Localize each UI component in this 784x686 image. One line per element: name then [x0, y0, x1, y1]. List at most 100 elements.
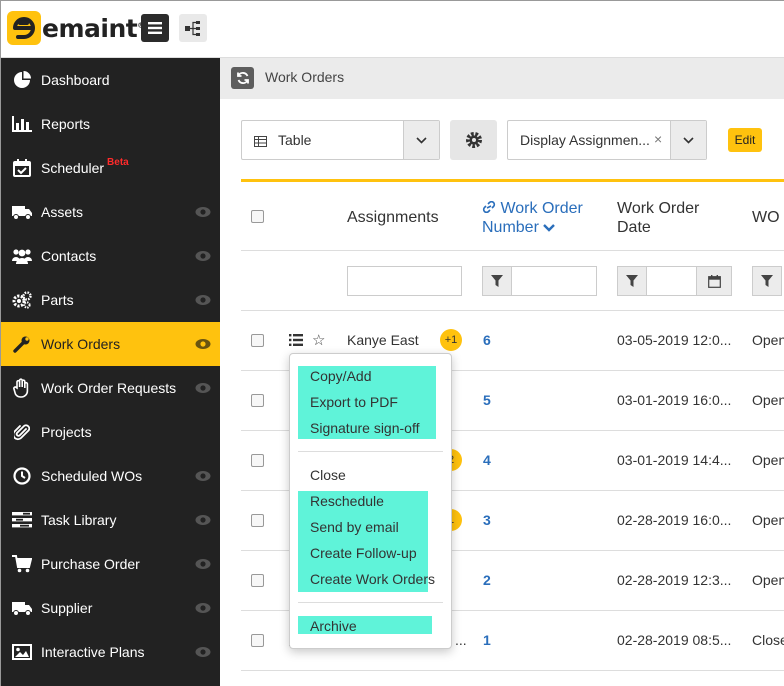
menu-item-copy-add[interactable]: Copy/Add [310, 368, 371, 384]
menu-divider [298, 451, 443, 452]
settings-button[interactable] [450, 120, 497, 160]
menu-item-reschedule[interactable]: Reschedule [310, 493, 384, 509]
bar-chart-icon [11, 114, 33, 134]
wo-date: 03-01-2019 16:0... [617, 392, 732, 408]
eye-icon[interactable] [195, 601, 211, 617]
sidebar-item-assets[interactable]: Assets [1, 190, 220, 234]
wo-status: Open [752, 332, 784, 348]
sidebar-item-projects[interactable]: Projects [1, 410, 220, 454]
chevron-down-icon[interactable] [403, 121, 439, 159]
sidebar-item-label: Interactive Plans [41, 644, 145, 660]
refresh-button[interactable] [231, 67, 254, 89]
sidebar-item-scheduler[interactable]: Scheduler Beta [1, 146, 220, 190]
row-actions-menu: Copy/Add Export to PDF Signature sign-of… [289, 353, 452, 649]
hamburger-menu-button[interactable] [141, 14, 169, 42]
sidebar-item-supplier[interactable]: Supplier [1, 586, 220, 630]
view-mode-select[interactable]: Table [241, 120, 440, 160]
row-checkbox[interactable] [251, 514, 264, 527]
link-icon [482, 200, 496, 214]
sidebar-item-work-orders[interactable]: Work Orders [1, 322, 220, 366]
menu-item-export-pdf[interactable]: Export to PDF [310, 394, 398, 410]
sidebar: Dashboard Reports Scheduler Beta Assets … [1, 58, 220, 686]
wo-number-filter-input[interactable] [511, 266, 597, 296]
eye-icon[interactable] [195, 293, 211, 309]
wo-number-link[interactable]: 6 [483, 332, 491, 348]
sidebar-item-purchase-order[interactable]: Purchase Order [1, 542, 220, 586]
sidebar-item-label: Work Orders [41, 336, 121, 352]
wo-status: Open [752, 392, 784, 408]
wo-number-link[interactable]: 5 [483, 392, 491, 408]
list-menu-icon[interactable] [289, 333, 303, 349]
cogs-icon [11, 290, 33, 310]
menu-item-close[interactable]: Close [310, 467, 346, 483]
eye-icon[interactable] [195, 381, 211, 397]
eye-icon[interactable] [195, 645, 211, 661]
sidebar-item-work-order-requests[interactable]: Work Order Requests [1, 366, 220, 410]
display-assignments-value: Display Assignmen... [520, 132, 650, 148]
row-checkbox[interactable] [251, 334, 264, 347]
sidebar-item-parts[interactable]: Parts [1, 278, 220, 322]
row-checkbox[interactable] [251, 574, 264, 587]
hierarchy-view-button[interactable] [179, 14, 207, 42]
calendar-check-icon [11, 158, 33, 178]
paperclip-icon [11, 422, 33, 442]
chevron-down-icon[interactable] [670, 121, 706, 159]
wo-status: Open [752, 452, 784, 468]
eye-icon[interactable] [195, 205, 211, 221]
sidebar-item-task-library[interactable]: Task Library [1, 498, 220, 542]
column-header-wo-date[interactable]: Work Order Date [617, 199, 699, 237]
menu-item-archive[interactable]: Archive [310, 618, 357, 634]
assignments-filter-input[interactable] [347, 266, 462, 296]
emaint-logo[interactable]: emaint® [7, 11, 144, 45]
eye-icon[interactable] [195, 337, 211, 353]
eye-icon[interactable] [195, 469, 211, 485]
wo-number-link[interactable]: 2 [483, 572, 491, 588]
sitemap-icon [185, 21, 200, 36]
filter-icon[interactable] [752, 266, 782, 296]
sidebar-item-interactive-plans[interactable]: Interactive Plans [1, 630, 220, 674]
star-icon[interactable]: ☆ [312, 331, 325, 349]
column-header-wo-status[interactable]: WO S [752, 208, 784, 227]
row-checkbox[interactable] [251, 454, 264, 467]
menu-divider [298, 602, 443, 603]
sidebar-item-reports[interactable]: Reports [1, 102, 220, 146]
display-assignments-select[interactable]: Display Assignmen... × [507, 120, 707, 160]
menu-item-create-work-orders[interactable]: Create Work Orders [310, 571, 435, 587]
users-icon [11, 246, 33, 266]
sidebar-item-label: Dashboard [41, 72, 110, 88]
wo-date-filter-input[interactable] [646, 266, 697, 296]
sidebar-item-scheduled-wos[interactable]: Scheduled WOs [1, 454, 220, 498]
wo-status: Open [752, 512, 784, 528]
column-header-assignments[interactable]: Assignments [347, 208, 439, 227]
eye-icon[interactable] [195, 249, 211, 265]
sidebar-item-label: Task Library [41, 512, 117, 528]
calendar-icon[interactable] [696, 266, 732, 296]
wo-number-link[interactable]: 3 [483, 512, 491, 528]
assignment-count-badge[interactable]: +1 [440, 329, 462, 351]
page-header: Work Orders [220, 58, 784, 99]
clear-selection-icon[interactable]: × [654, 131, 662, 147]
sidebar-item-dashboard[interactable]: Dashboard [1, 58, 220, 102]
row-checkbox[interactable] [251, 394, 264, 407]
filter-icon[interactable] [482, 266, 512, 296]
filter-icon[interactable] [617, 266, 647, 296]
row-checkbox[interactable] [251, 634, 264, 647]
wo-date: 03-05-2019 12:0... [617, 332, 732, 348]
eye-icon[interactable] [195, 557, 211, 573]
truck-icon [11, 598, 33, 618]
menu-item-create-follow-up[interactable]: Create Follow-up [310, 545, 417, 561]
column-header-wo-number[interactable]: Work Order Number [482, 199, 583, 237]
assignee-name: ... [455, 632, 467, 648]
sidebar-item-label: Projects [41, 424, 92, 440]
wo-number-link[interactable]: 1 [483, 632, 491, 648]
hand-icon [11, 378, 33, 398]
eye-icon[interactable] [195, 513, 211, 529]
menu-item-send-email[interactable]: Send by email [310, 519, 399, 535]
menu-item-signature-sign-off[interactable]: Signature sign-off [310, 420, 419, 436]
page-title: Work Orders [265, 69, 345, 85]
edit-button[interactable]: Edit [728, 128, 762, 152]
wo-number-link[interactable]: 4 [483, 452, 491, 468]
select-all-checkbox[interactable] [251, 210, 264, 223]
sidebar-item-contacts[interactable]: Contacts [1, 234, 220, 278]
sort-desc-icon[interactable] [543, 224, 556, 232]
